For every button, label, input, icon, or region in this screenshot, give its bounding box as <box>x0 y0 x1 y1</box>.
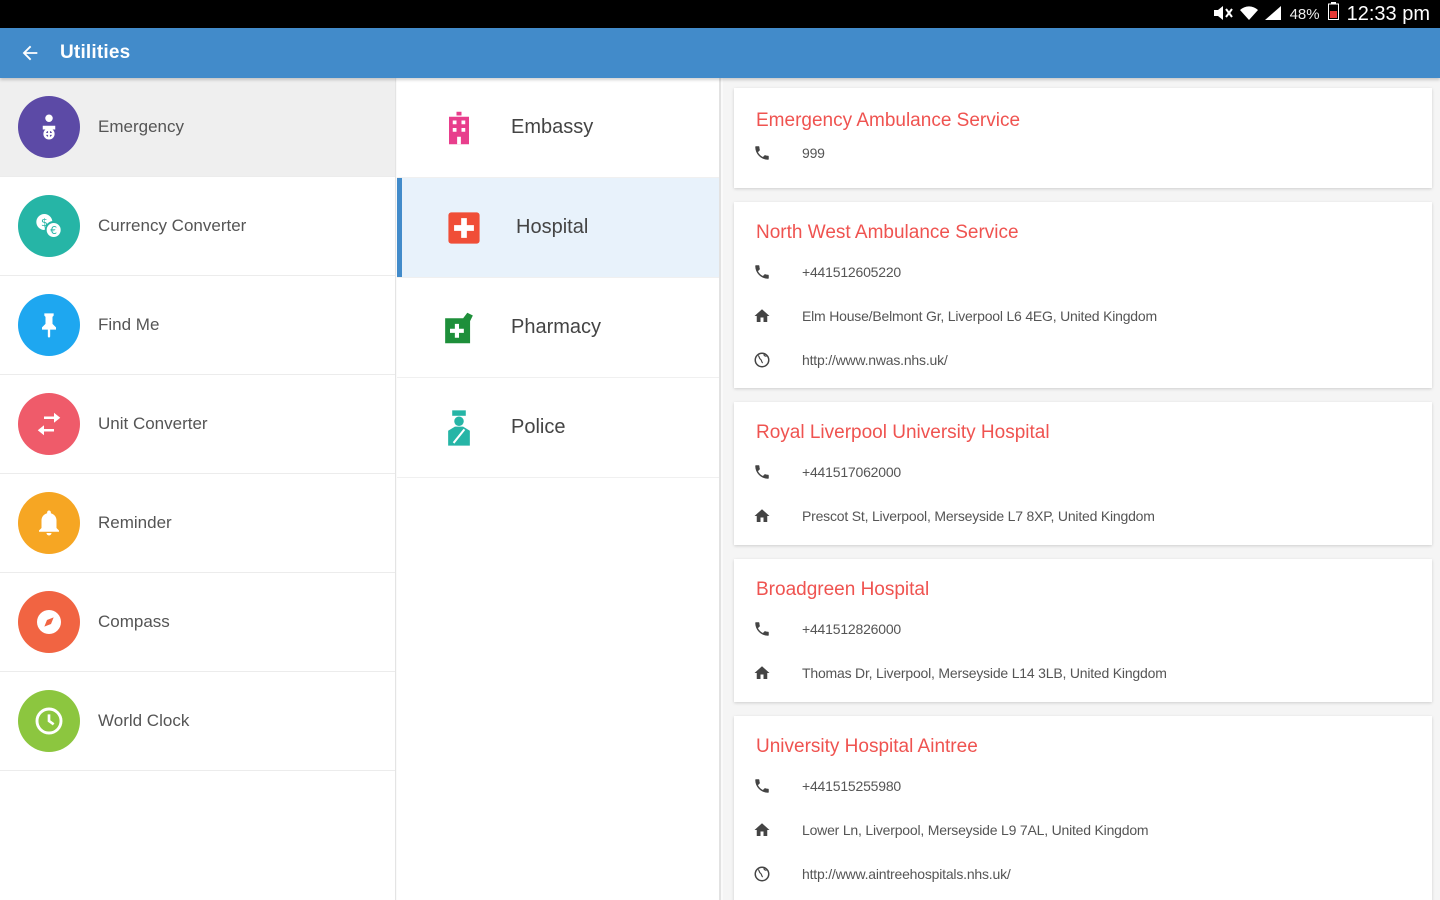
sidebar-item-compass[interactable]: Compass <box>0 573 395 672</box>
address: Elm House/Belmont Gr, Liverpool L6 4EG, … <box>802 308 1157 324</box>
signal-icon <box>1264 5 1282 24</box>
category-label: Pharmacy <box>511 316 602 338</box>
category-item-police[interactable]: Police <box>397 378 719 478</box>
category-label: Embassy <box>511 116 594 138</box>
address-row[interactable]: Thomas Dr, Liverpool, Merseyside L14 3LB… <box>754 651 1412 695</box>
phone-row[interactable]: +441512605220 <box>755 250 1412 294</box>
address-row[interactable]: Elm House/Belmont Gr, Liverpool L6 4EG, … <box>754 294 1412 338</box>
sidebar-item-reminder[interactable]: Reminder <box>0 474 395 573</box>
utilities-sidebar: Emergency $ € Currency Converter Find Me … <box>0 78 396 900</box>
police-icon <box>439 408 479 448</box>
sidebar-item-label: Currency Converter <box>98 216 247 235</box>
emergency-categories: Embassy Hospital Pharmacy Police <box>397 78 721 900</box>
status-icons <box>1212 5 1282 24</box>
phone-icon <box>750 260 774 284</box>
pharmacy-icon <box>439 308 479 348</box>
category-label: Police <box>511 416 566 438</box>
phone-number: +441515255980 <box>802 778 902 794</box>
phone-row[interactable]: +441517062000 <box>755 450 1412 494</box>
currency-icon: $ € <box>18 195 80 257</box>
sidebar-item-world-clock[interactable]: World Clock <box>0 672 395 771</box>
arrow-left-icon <box>22 45 38 61</box>
sidebar-item-emergency[interactable]: Emergency <box>0 78 395 177</box>
bell-icon <box>18 492 80 554</box>
svg-text:$: $ <box>41 216 48 229</box>
mute-icon <box>1212 5 1234 24</box>
swap-icon <box>18 393 80 455</box>
result-title: Broadgreen Hospital <box>756 579 930 600</box>
app-bar: Utilities <box>0 28 1440 78</box>
address-row[interactable]: Lower Ln, Liverpool, Merseyside L9 7AL, … <box>754 808 1412 852</box>
phone-row[interactable]: +441512826000 <box>755 607 1412 651</box>
address: Lower Ln, Liverpool, Merseyside L9 7AL, … <box>802 822 1149 838</box>
building-icon <box>439 108 479 148</box>
clock-time: 12:33 pm <box>1346 2 1430 25</box>
result-title: University Hospital Aintree <box>756 736 978 757</box>
result-card[interactable]: University Hospital Aintree +44151525598… <box>734 716 1432 900</box>
result-card[interactable]: Royal Liverpool University Hospital +441… <box>734 402 1432 545</box>
result-card[interactable]: Broadgreen Hospital +441512826000 Thomas… <box>734 559 1432 702</box>
home-icon <box>750 304 774 328</box>
website-row[interactable]: http://www.nwas.nhs.uk/ <box>754 338 1412 382</box>
back-button[interactable] <box>0 28 60 78</box>
pin-icon <box>18 294 80 356</box>
phone-number: +441512826000 <box>802 621 902 637</box>
website-row[interactable]: http://www.aintreehospitals.nhs.uk/ <box>754 852 1412 896</box>
globe-icon <box>750 862 774 886</box>
website-link[interactable]: http://www.aintreehospitals.nhs.uk/ <box>802 866 1011 882</box>
compass-icon <box>18 591 80 653</box>
phone-number: +441512605220 <box>802 264 902 280</box>
phone-number: +441517062000 <box>802 464 902 480</box>
category-item-embassy[interactable]: Embassy <box>397 78 719 178</box>
home-icon <box>750 661 774 685</box>
hospital-icon <box>444 208 484 248</box>
home-icon <box>750 504 774 528</box>
sidebar-item-label: Find Me <box>98 315 160 334</box>
battery-icon <box>1327 2 1339 26</box>
result-title: Royal Liverpool University Hospital <box>756 422 1050 443</box>
sidebar-item-label: Reminder <box>98 513 172 532</box>
category-item-pharmacy[interactable]: Pharmacy <box>397 278 719 378</box>
phone-icon <box>750 774 774 798</box>
wifi-icon <box>1239 5 1259 24</box>
result-card[interactable]: North West Ambulance Service +4415126052… <box>734 202 1432 388</box>
clock-icon <box>18 690 80 752</box>
address-row[interactable]: Prescot St, Liverpool, Merseyside L7 8XP… <box>754 494 1412 538</box>
emergency-icon <box>18 96 80 158</box>
result-title: Emergency Ambulance Service <box>756 110 1021 131</box>
battery-level: 48% <box>1289 5 1320 23</box>
status-bar: 48% 12:33 pm <box>0 0 1440 28</box>
result-title: North West Ambulance Service <box>756 222 1019 243</box>
address: Prescot St, Liverpool, Merseyside L7 8XP… <box>802 508 1155 524</box>
category-label: Hospital <box>516 216 589 238</box>
sidebar-item-currency-converter[interactable]: $ € Currency Converter <box>0 177 395 276</box>
sidebar-item-label: Emergency <box>98 117 184 136</box>
svg-text:€: € <box>50 224 57 237</box>
page-title: Utilities <box>60 42 131 63</box>
results-list: Emergency Ambulance Service 999 North We… <box>723 78 1440 900</box>
phone-icon <box>750 460 774 484</box>
home-icon <box>750 818 774 842</box>
sidebar-item-label: World Clock <box>98 711 190 730</box>
phone-number: 999 <box>802 145 825 161</box>
category-item-hospital[interactable]: Hospital <box>397 178 719 278</box>
globe-icon <box>750 348 774 372</box>
result-card[interactable]: Emergency Ambulance Service 999 <box>734 88 1432 188</box>
sidebar-item-label: Unit Converter <box>98 414 208 433</box>
address: Thomas Dr, Liverpool, Merseyside L14 3LB… <box>802 665 1167 681</box>
phone-row[interactable]: 999 <box>755 138 1412 168</box>
sidebar-item-unit-converter[interactable]: Unit Converter <box>0 375 395 474</box>
phone-row[interactable]: +441515255980 <box>755 764 1412 808</box>
phone-icon <box>750 141 774 165</box>
phone-icon <box>750 617 774 641</box>
sidebar-item-find-me[interactable]: Find Me <box>0 276 395 375</box>
website-link[interactable]: http://www.nwas.nhs.uk/ <box>802 352 948 368</box>
sidebar-item-label: Compass <box>98 612 170 631</box>
